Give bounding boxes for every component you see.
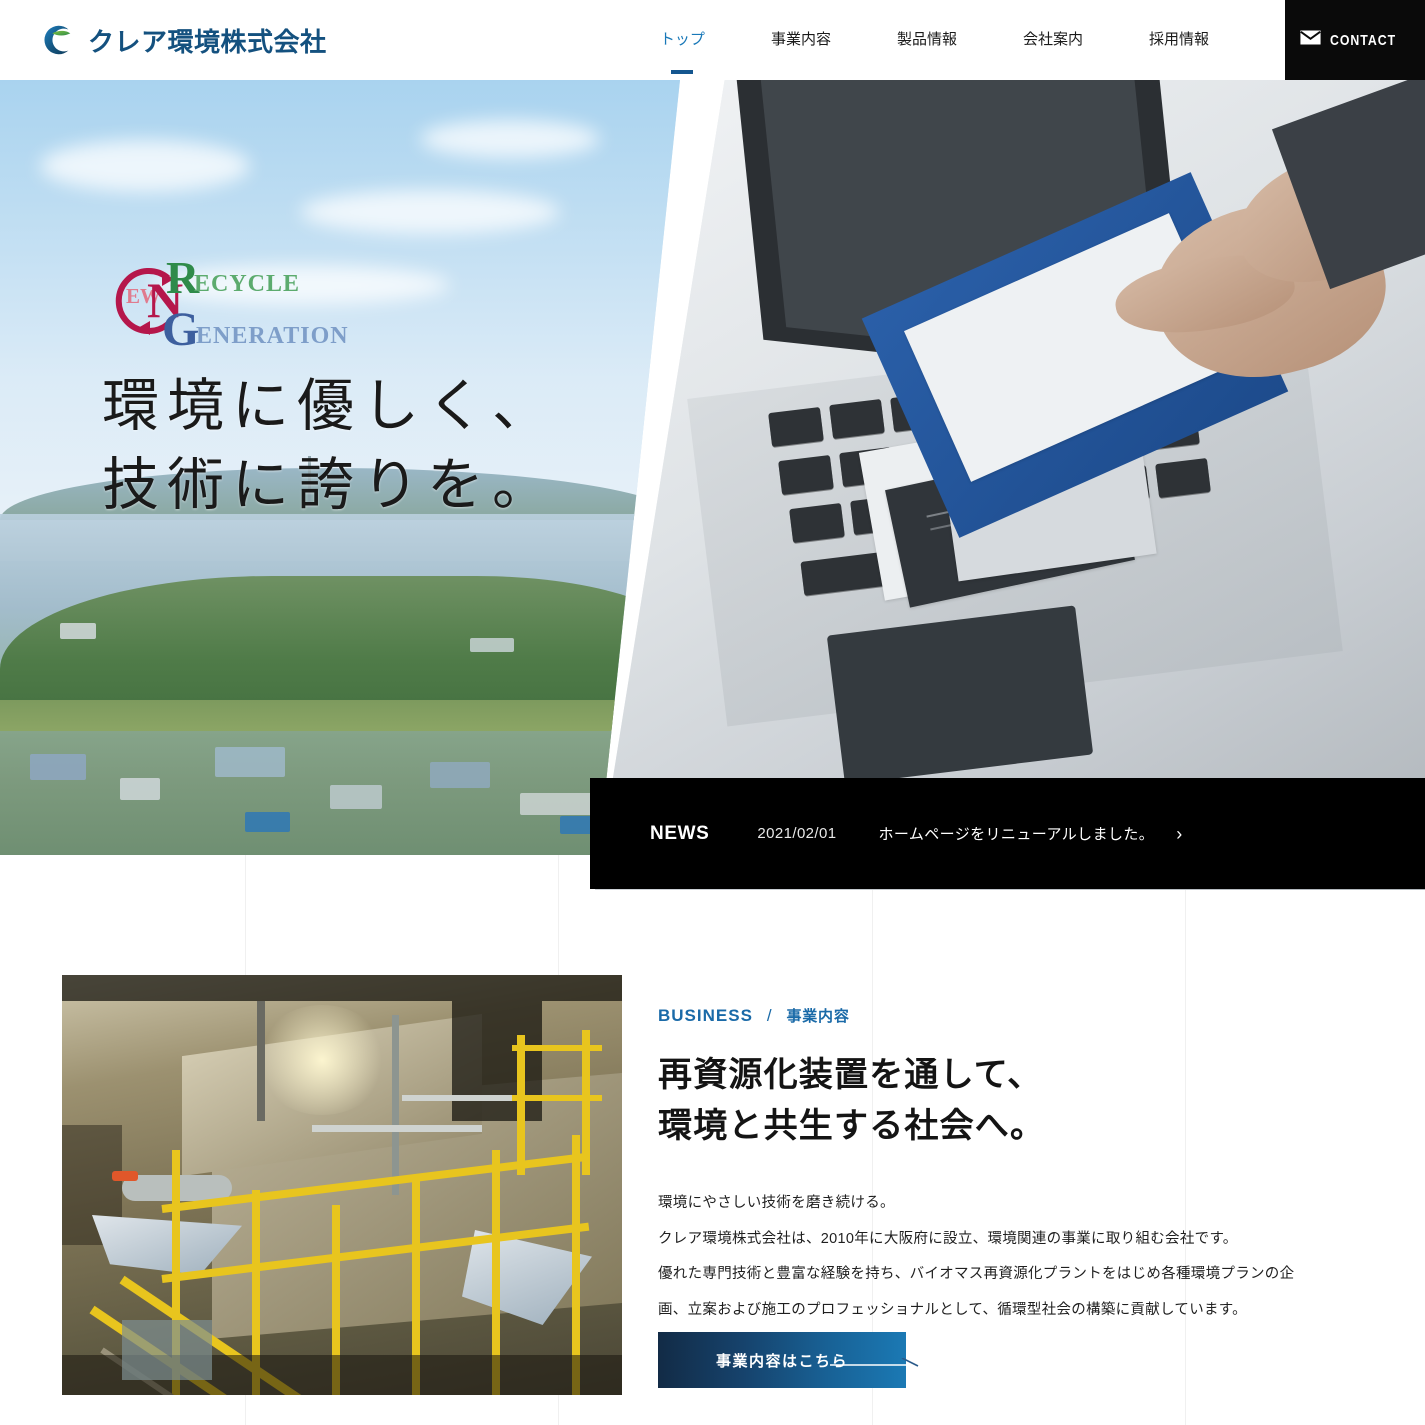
business-eyebrow-ja: 事業内容 <box>786 1008 850 1025</box>
site-logo[interactable]: クレア環境株式会社 <box>38 21 327 59</box>
site-header: クレア環境株式会社 トップ 事業内容 製品情報 会社案内 採用情報 CONTAC… <box>0 0 1425 80</box>
business-cta-label: 事業内容はこちら <box>715 1352 848 1370</box>
business-eyebrow: BUSINESS / 事業内容 <box>658 1005 1338 1026</box>
svg-text:ECYCLE: ECYCLE <box>194 271 300 297</box>
contact-button-label: CONTACT <box>1329 31 1396 49</box>
news-label: NEWS <box>650 822 710 844</box>
business-body: 環境にやさしい技術を磨き続ける。 クレア環境株式会社は、2010年に大阪府に設立… <box>658 1186 1338 1328</box>
svg-text:G: G <box>162 303 199 355</box>
mail-envelope-icon <box>1299 30 1321 50</box>
business-body-line: 環境にやさしい技術を磨き続ける。 <box>658 1195 895 1211</box>
nav-item-business[interactable]: 事業内容 <box>771 0 831 80</box>
business-eyebrow-en: BUSINESS <box>658 1006 753 1025</box>
nav-item-products[interactable]: 製品情報 <box>897 0 957 80</box>
news-bar[interactable]: NEWS 2021/02/01 ホームページをリニューアルしました。 › <box>590 778 1425 889</box>
svg-text:ENERATION: ENERATION <box>196 323 349 349</box>
news-headline: ホームページをリニューアルしました。 <box>878 826 1155 843</box>
business-copy: BUSINESS / 事業内容 再資源化装置を通して、 環境と共生する社会へ。 … <box>658 1005 1338 1328</box>
business-body-line: 画、立案および施工のプロフェッショナルとして、循環型社会の構築に貢献しています。 <box>658 1301 1247 1318</box>
arrow-right-icon <box>830 1357 930 1372</box>
business-body-line: 優れた専門技術と豊富な経験を持ち、バイオマス再資源化プラントをはじめ各種環境プラ… <box>658 1266 1295 1283</box>
chevron-right-icon: › <box>1176 823 1183 844</box>
hero-image-desk <box>595 60 1425 890</box>
business-eyebrow-separator: / <box>766 1006 773 1025</box>
contact-button[interactable]: CONTACT <box>1285 0 1425 80</box>
nav-item-company[interactable]: 会社案内 <box>1023 0 1083 80</box>
crescent-globe-icon <box>38 21 76 59</box>
new-recycle-generation-logo: EW N R ECYCLE G ENERATION <box>110 245 370 356</box>
nav-item-recruit[interactable]: 採用情報 <box>1149 0 1209 80</box>
business-body-line: クレア環境株式会社は、2010年に大阪府に設立、環境関連の事業に取り組む会社です… <box>658 1230 1238 1247</box>
hero-section: EW N R ECYCLE G ENERATION 環境に優しく、 技術に誇りを… <box>0 60 1425 890</box>
hero-headline: 環境に優しく、 技術に誇りを。 <box>102 375 557 517</box>
site-logo-text: クレア環境株式会社 <box>88 26 327 57</box>
homepage: EW N R ECYCLE G ENERATION 環境に優しく、 技術に誇りを… <box>0 0 1425 1425</box>
news-date: 2021/02/01 <box>757 825 837 842</box>
business-title: 再資源化装置を通して、 環境と共生する社会へ。 <box>658 1056 1046 1145</box>
nav-item-top[interactable]: トップ <box>660 0 705 80</box>
main-nav: トップ 事業内容 製品情報 会社案内 採用情報 <box>660 0 1209 80</box>
business-image <box>62 975 622 1395</box>
